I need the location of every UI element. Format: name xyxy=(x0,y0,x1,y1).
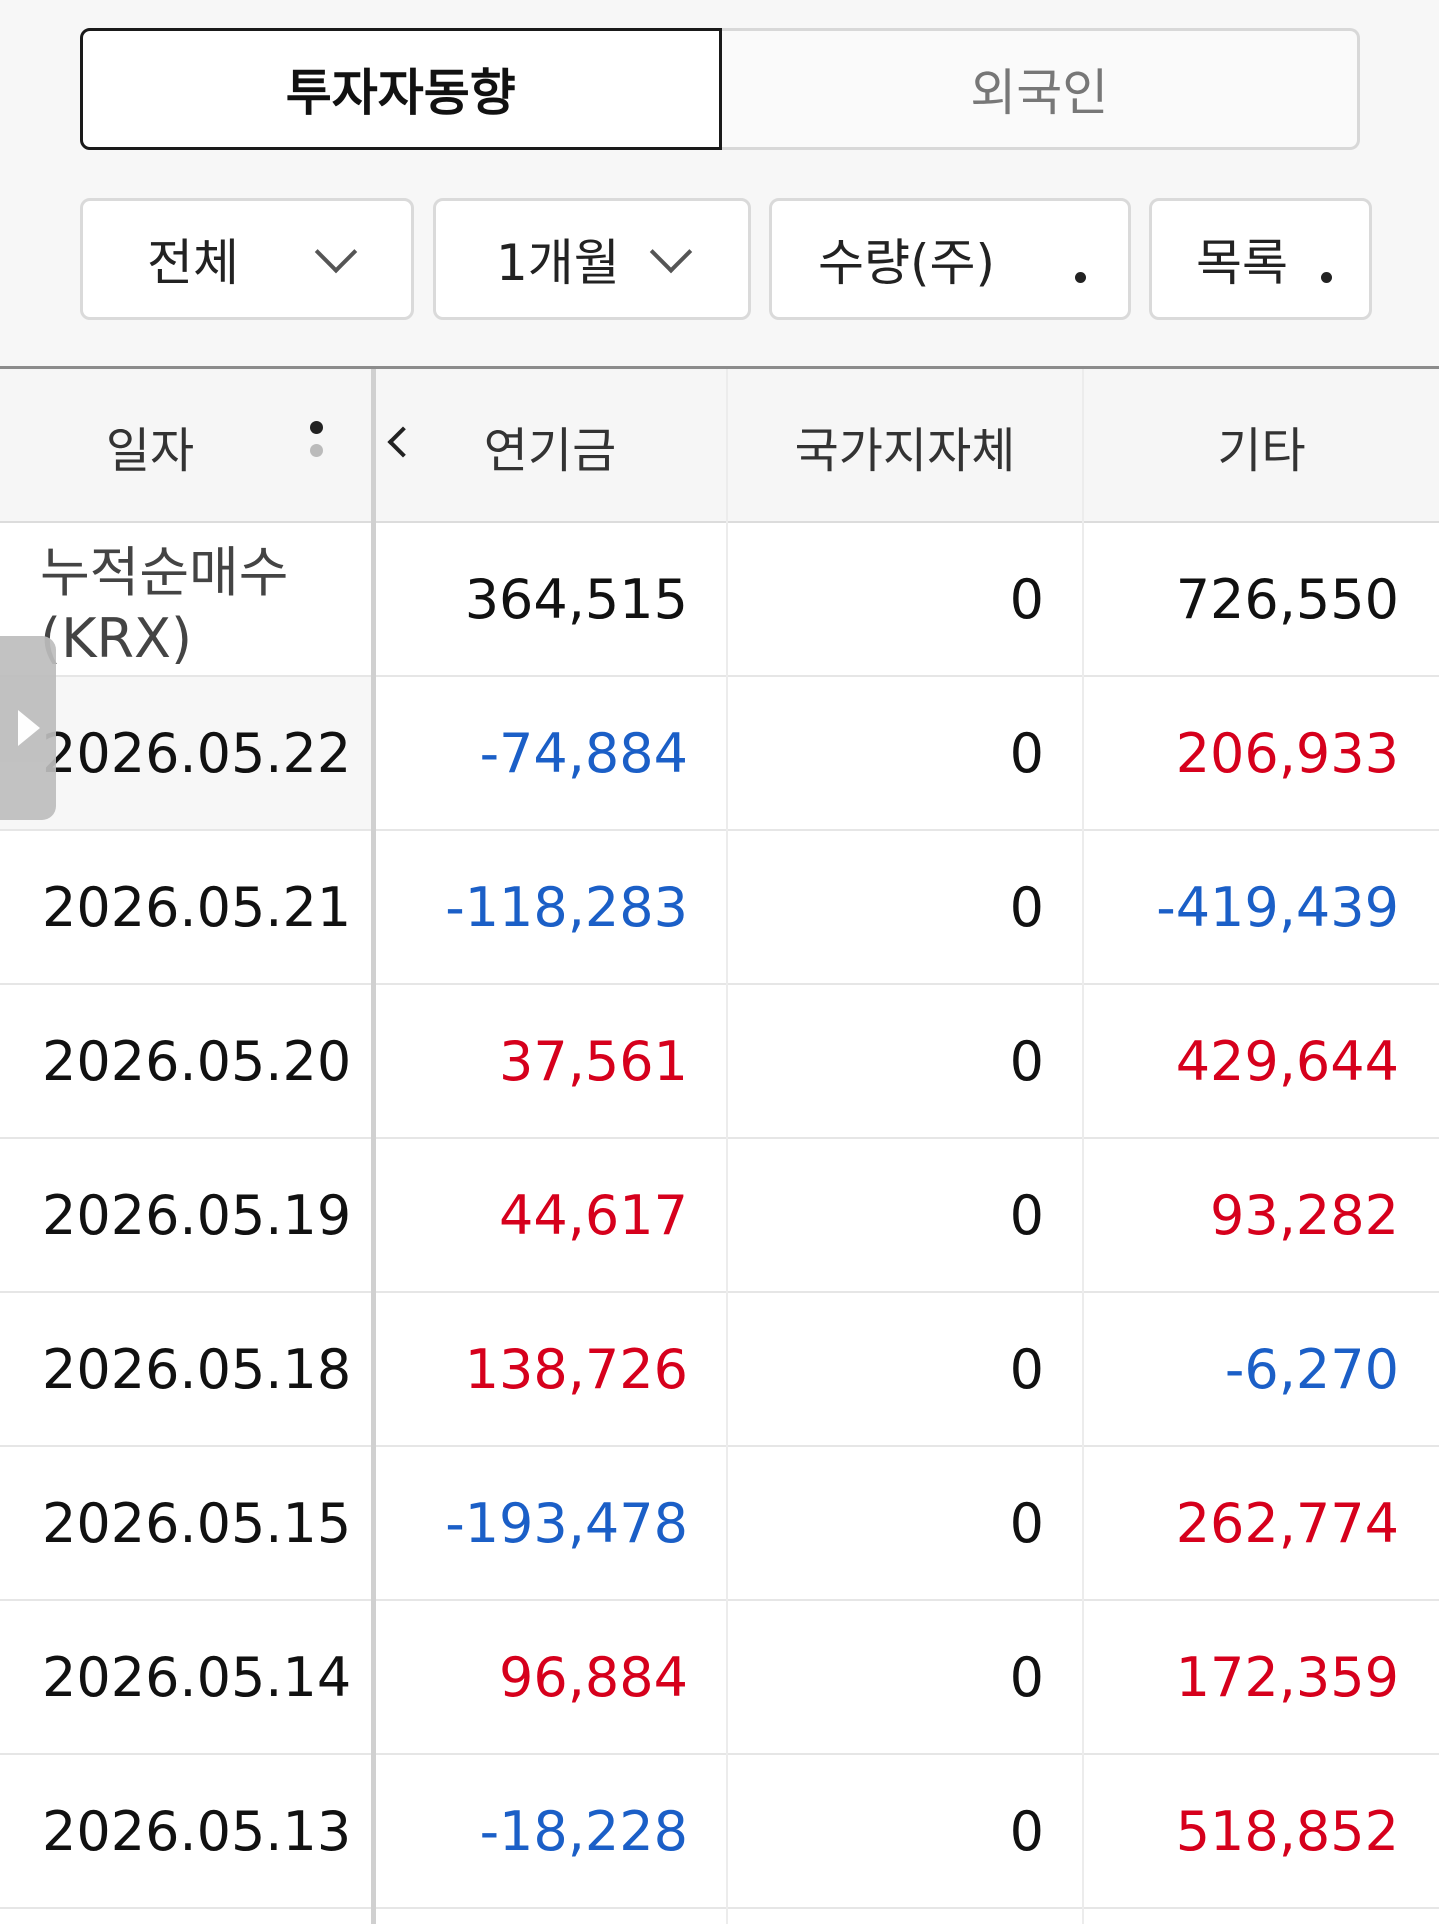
row-gov: 0 xyxy=(1009,1645,1044,1709)
row-nps: 44,617 xyxy=(499,1183,688,1247)
row-nps: 37,561 xyxy=(499,1029,688,1093)
row-nps: -74,884 xyxy=(376,677,726,829)
row-nps: 138,726 xyxy=(464,1337,688,1401)
row-etc: -419,439 xyxy=(1156,875,1399,939)
tab-investor-trend[interactable]: 투자자동향 xyxy=(80,28,722,150)
column-divider xyxy=(1082,369,1084,1924)
header-etc: 기타 xyxy=(1217,423,1306,479)
investor-table: 일자 연기금 국가지자체 기타 누적순매수(KRX) 364,515 0 726… xyxy=(0,369,1439,1924)
row-date: 2026.05.15 xyxy=(42,1491,352,1555)
row-date: 2026.05.14 xyxy=(42,1645,352,1709)
row-gov: 0 xyxy=(1009,1337,1044,1401)
row-etc: 262,774 xyxy=(1175,1491,1399,1555)
table-row[interactable]: 2026.05.15 -193,478 0 262,774 xyxy=(0,1447,1439,1601)
row-date: 2026.05.13 xyxy=(42,1799,352,1863)
table-row[interactable]: 2026.05.20 37,561 0 429,644 xyxy=(0,985,1439,1139)
row-nps: -118,283 xyxy=(445,875,688,939)
period-label: 1개월 xyxy=(496,234,620,292)
column-divider xyxy=(726,369,728,1924)
summary-nps: 364,515 xyxy=(464,567,688,631)
table-row[interactable]: 2026.05.22 -74,884 0 206,933 xyxy=(0,677,1439,831)
row-date: 2026.05.20 xyxy=(42,1029,352,1093)
table-row[interactable]: 2026.05.21 -118,283 0 -419,439 xyxy=(0,831,1439,985)
row-etc: 93,282 xyxy=(1210,1183,1399,1247)
tab-foreigner[interactable]: 외국인 xyxy=(721,28,1360,150)
table-body: 2026.05.22 -74,884 0 206,933 2026.05.21 … xyxy=(0,677,1439,1909)
period-dropdown[interactable]: 1개월 xyxy=(433,198,751,320)
header-date: 일자 xyxy=(105,423,195,479)
row-gov: 0 xyxy=(728,677,1082,829)
table-header: 일자 연기금 국가지자체 기타 xyxy=(0,369,1439,523)
more-vertical-icon xyxy=(1320,247,1332,283)
row-gov: 0 xyxy=(1009,1491,1044,1555)
row-date: 2026.05.21 xyxy=(42,875,352,939)
row-etc: -6,270 xyxy=(1224,1337,1399,1401)
chevron-left-icon[interactable] xyxy=(387,426,419,458)
filter-bar: 전체 1개월 수량(주) 목록 xyxy=(80,198,1372,320)
row-etc: 518,852 xyxy=(1175,1799,1399,1863)
frozen-column-divider xyxy=(371,369,376,1924)
view-selector[interactable]: 목록 xyxy=(1149,198,1372,320)
chevron-down-icon xyxy=(649,230,693,274)
triangle-right-icon xyxy=(18,710,40,746)
row-nps: -18,228 xyxy=(479,1799,688,1863)
row-gov: 0 xyxy=(1009,1799,1044,1863)
row-date: 2026.05.19 xyxy=(42,1183,352,1247)
summary-gov: 0 xyxy=(1009,567,1044,631)
scope-label: 전체 xyxy=(147,234,239,292)
chevron-down-icon xyxy=(314,230,358,274)
more-vertical-icon xyxy=(1074,247,1086,283)
header-gov: 국가지자체 xyxy=(794,423,1016,479)
row-date: 2026.05.18 xyxy=(42,1337,352,1401)
summary-etc: 726,550 xyxy=(1175,567,1399,631)
row-gov: 0 xyxy=(1009,1183,1044,1247)
more-vertical-icon[interactable] xyxy=(310,421,323,457)
row-etc: 206,933 xyxy=(1084,677,1439,829)
row-etc: 172,359 xyxy=(1175,1645,1399,1709)
table-row[interactable]: 2026.05.18 138,726 0 -6,270 xyxy=(0,1293,1439,1447)
row-gov: 0 xyxy=(1009,1029,1044,1093)
table-row[interactable]: 2026.05.13 -18,228 0 518,852 xyxy=(0,1755,1439,1909)
row-etc: 429,644 xyxy=(1175,1029,1399,1093)
header-nps: 연기금 xyxy=(483,423,617,479)
unit-label: 수량(주) xyxy=(818,234,996,292)
view-label: 목록 xyxy=(1196,234,1288,292)
summary-row: 누적순매수(KRX) 364,515 0 726,550 xyxy=(0,523,1439,677)
side-panel-handle[interactable] xyxy=(0,636,56,820)
table-row[interactable]: 2026.05.14 96,884 0 172,359 xyxy=(0,1601,1439,1755)
segment-control: 투자자동향 외국인 xyxy=(80,28,1360,150)
table-row[interactable]: 2026.05.19 44,617 0 93,282 xyxy=(0,1139,1439,1293)
row-gov: 0 xyxy=(1009,875,1044,939)
row-nps: -193,478 xyxy=(445,1491,688,1555)
row-nps: 96,884 xyxy=(499,1645,688,1709)
unit-selector[interactable]: 수량(주) xyxy=(769,198,1131,320)
top-controls: 투자자동향 외국인 전체 1개월 수량(주) 목록 xyxy=(0,0,1439,368)
scope-dropdown[interactable]: 전체 xyxy=(80,198,414,320)
